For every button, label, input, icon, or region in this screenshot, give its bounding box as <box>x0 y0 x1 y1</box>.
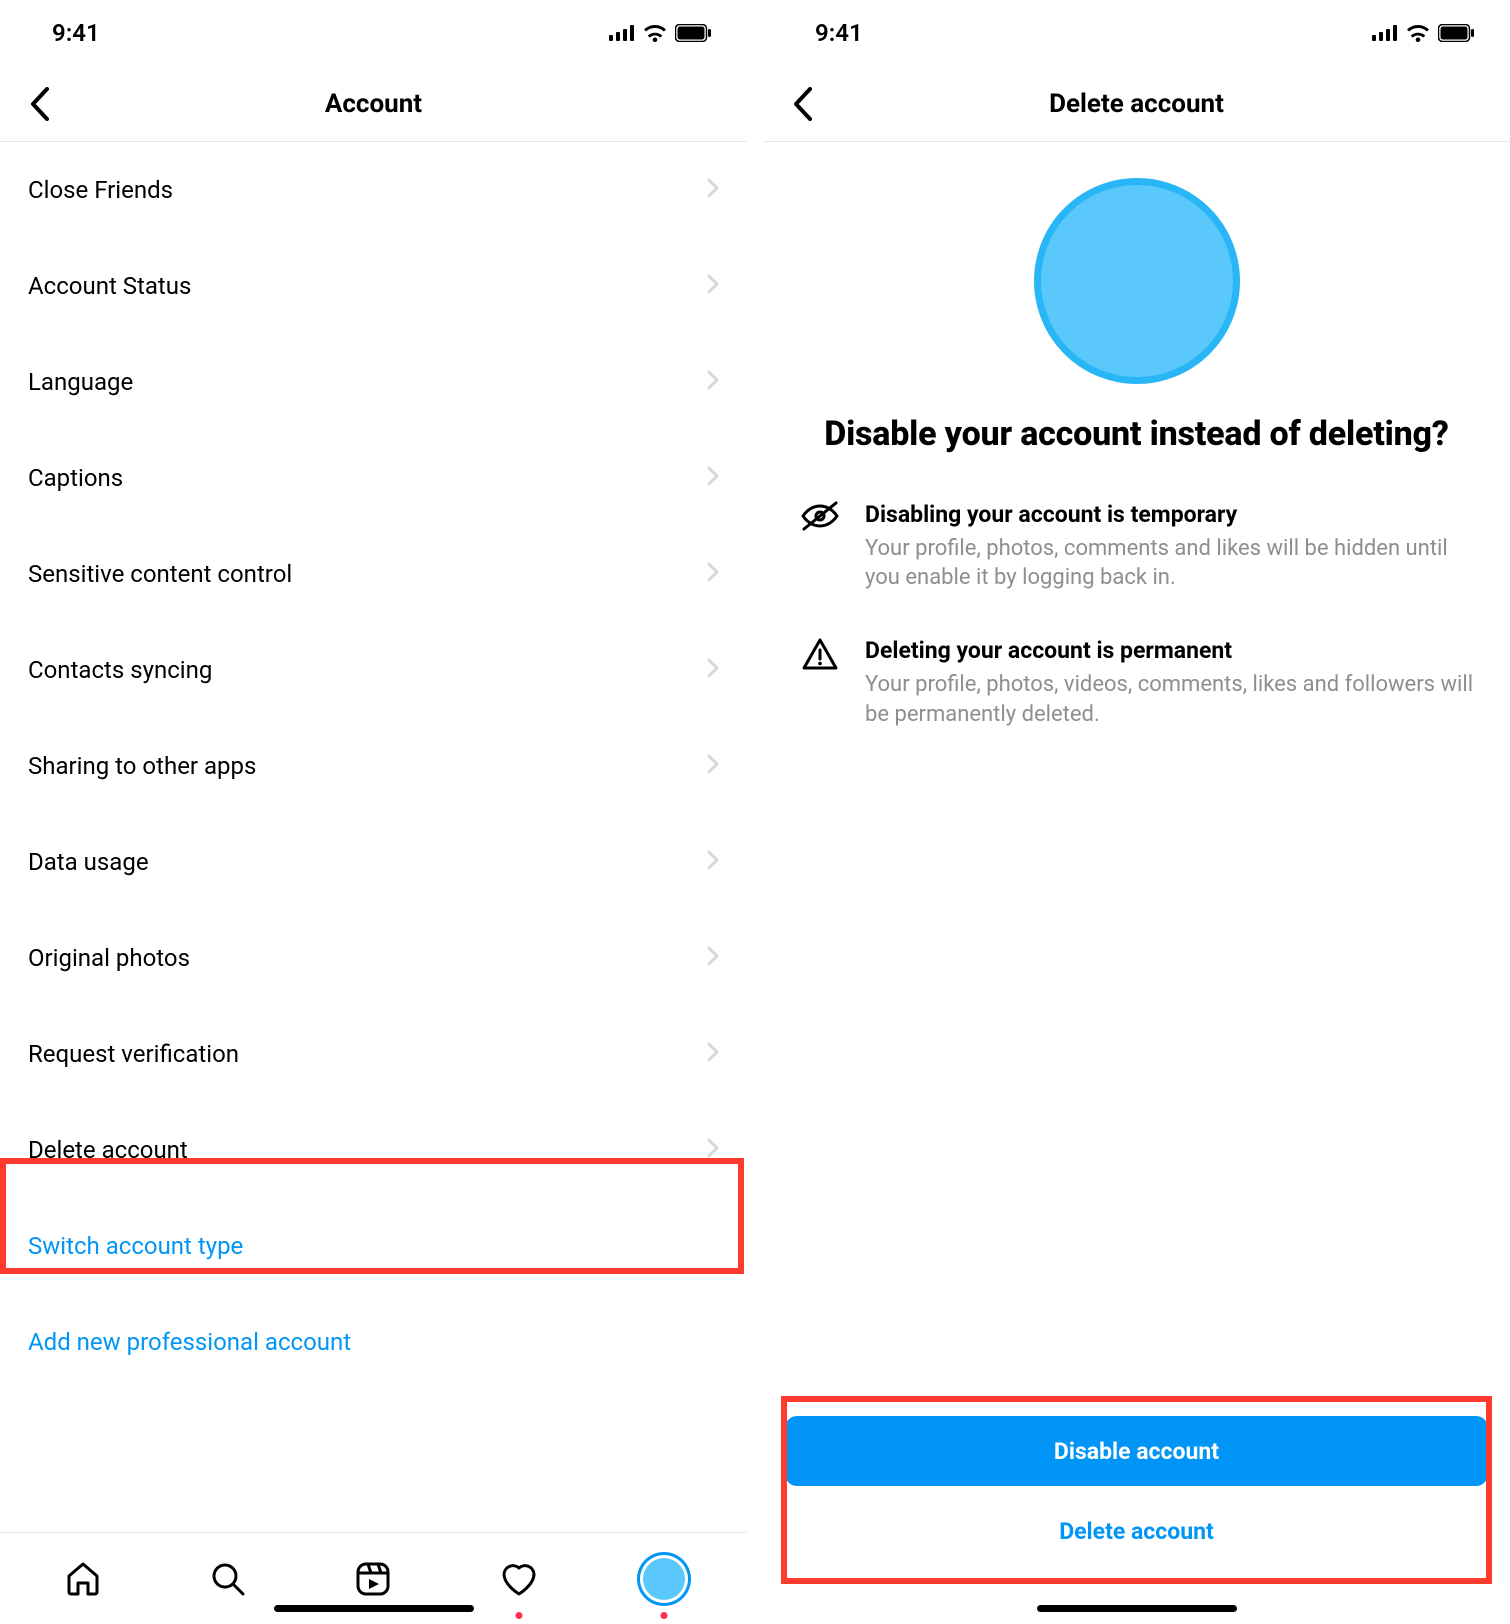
status-indicators <box>1372 24 1474 42</box>
row-original-photos[interactable]: Original photos <box>0 910 747 1006</box>
delete-account-button[interactable]: Delete account <box>785 1496 1488 1566</box>
warning-icon <box>799 637 841 729</box>
info-list: Disabling your account is temporary Your… <box>799 501 1474 774</box>
row-close-friends[interactable]: Close Friends <box>0 142 747 238</box>
tab-home[interactable] <box>53 1549 113 1609</box>
chevron-right-icon <box>707 560 719 588</box>
cellular-icon <box>609 25 635 41</box>
status-indicators <box>609 24 711 42</box>
tab-profile[interactable] <box>634 1549 694 1609</box>
chevron-right-icon <box>707 752 719 780</box>
row-captions[interactable]: Captions <box>0 430 747 526</box>
notification-dot <box>661 1612 668 1619</box>
info-title: Disabling your account is temporary <box>865 501 1474 528</box>
status-time: 9:41 <box>52 19 100 47</box>
chevron-right-icon <box>707 1040 719 1068</box>
tab-activity[interactable] <box>489 1549 549 1609</box>
info-item-disable: Disabling your account is temporary Your… <box>799 501 1474 593</box>
row-switch-account-type[interactable]: Switch account type <box>0 1198 747 1294</box>
page-title: Account <box>325 89 422 119</box>
cellular-icon <box>1372 25 1398 41</box>
back-button[interactable] <box>773 66 833 141</box>
row-label: Close Friends <box>28 176 173 204</box>
profile-avatar <box>1034 178 1240 384</box>
chevron-left-icon <box>30 87 50 121</box>
headline: Disable your account instead of deleting… <box>824 414 1449 455</box>
button-stack: Disable account Delete account <box>785 1416 1488 1566</box>
page-title: Delete account <box>1049 89 1224 119</box>
home-icon <box>64 1560 102 1598</box>
chevron-right-icon <box>707 944 719 972</box>
search-icon <box>209 1560 247 1598</box>
row-label: Delete account <box>28 1136 188 1164</box>
row-label: Sharing to other apps <box>28 752 256 780</box>
row-label: Account Status <box>28 272 191 300</box>
row-request-verification[interactable]: Request verification <box>0 1006 747 1102</box>
row-language[interactable]: Language <box>0 334 747 430</box>
chevron-right-icon <box>707 464 719 492</box>
row-sharing-other-apps[interactable]: Sharing to other apps <box>0 718 747 814</box>
chevron-left-icon <box>793 87 813 121</box>
row-label: Switch account type <box>28 1232 243 1260</box>
row-label: Data usage <box>28 848 149 876</box>
eye-off-icon <box>799 501 841 593</box>
chevron-right-icon <box>707 368 719 396</box>
status-bar: 9:41 <box>0 0 747 66</box>
row-contacts-syncing[interactable]: Contacts syncing <box>0 622 747 718</box>
row-account-status[interactable]: Account Status <box>0 238 747 334</box>
row-label: Add new professional account <box>28 1328 351 1356</box>
chevron-right-icon <box>707 1136 719 1164</box>
disable-account-button[interactable]: Disable account <box>785 1416 1488 1486</box>
wifi-icon <box>643 24 667 42</box>
home-indicator <box>274 1605 474 1612</box>
battery-icon <box>675 24 711 42</box>
profile-avatar-icon <box>643 1558 685 1600</box>
back-button[interactable] <box>10 66 70 141</box>
row-label: Request verification <box>28 1040 239 1068</box>
row-label: Sensitive content control <box>28 560 292 588</box>
info-item-delete: Deleting your account is permanent Your … <box>799 637 1474 729</box>
status-bar: 9:41 <box>763 0 1510 66</box>
phone-account-settings: 9:41 Account Close Friends Account Statu… <box>0 0 747 1624</box>
chevron-right-icon <box>707 272 719 300</box>
tab-reels[interactable] <box>343 1549 403 1609</box>
button-label: Delete account <box>1059 1518 1214 1545</box>
chevron-right-icon <box>707 848 719 876</box>
row-label: Captions <box>28 464 123 492</box>
row-label: Language <box>28 368 133 396</box>
nav-header: Delete account <box>763 66 1510 142</box>
settings-list: Close Friends Account Status Language Ca… <box>0 142 747 1532</box>
row-label: Contacts syncing <box>28 656 212 684</box>
nav-header: Account <box>0 66 747 142</box>
tab-search[interactable] <box>198 1549 258 1609</box>
home-indicator <box>1037 1605 1237 1612</box>
row-add-professional-account[interactable]: Add new professional account <box>0 1294 747 1390</box>
row-label: Original photos <box>28 944 190 972</box>
reels-icon <box>354 1560 392 1598</box>
chevron-right-icon <box>707 656 719 684</box>
row-data-usage[interactable]: Data usage <box>0 814 747 910</box>
info-title: Deleting your account is permanent <box>865 637 1474 664</box>
phone-delete-account: 9:41 Delete account Disable your account… <box>763 0 1510 1624</box>
heart-icon <box>499 1561 539 1597</box>
notification-dot <box>515 1612 522 1619</box>
info-desc: Your profile, photos, videos, comments, … <box>865 670 1474 729</box>
row-sensitive-content[interactable]: Sensitive content control <box>0 526 747 622</box>
chevron-right-icon <box>707 176 719 204</box>
button-label: Disable account <box>1054 1438 1219 1465</box>
info-desc: Your profile, photos, comments and likes… <box>865 534 1474 593</box>
content: Disable your account instead of deleting… <box>763 142 1510 1624</box>
row-delete-account[interactable]: Delete account <box>0 1102 747 1198</box>
status-time: 9:41 <box>815 19 863 47</box>
wifi-icon <box>1406 24 1430 42</box>
battery-icon <box>1438 24 1474 42</box>
